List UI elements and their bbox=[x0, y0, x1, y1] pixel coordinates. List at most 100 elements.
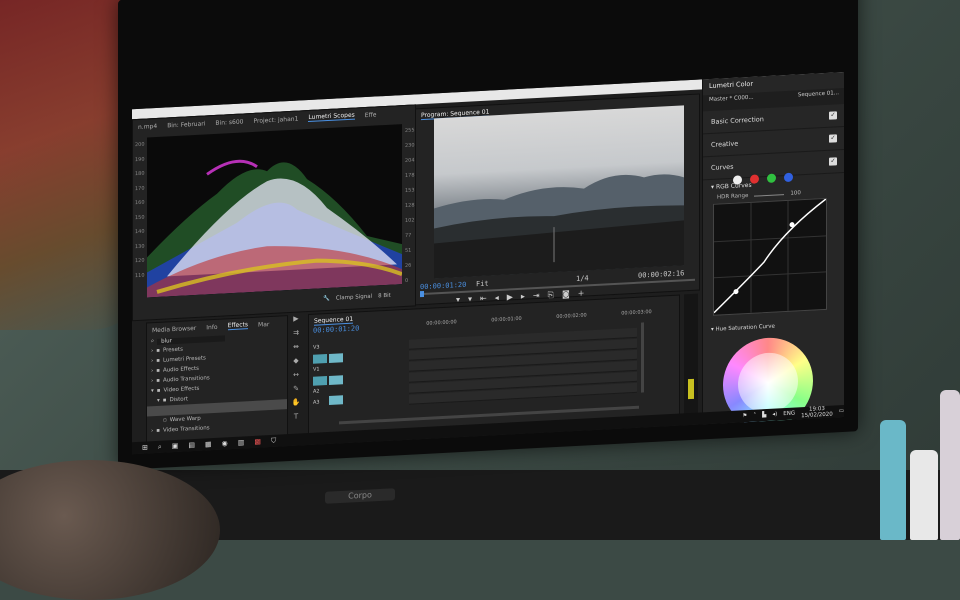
tab-project[interactable]: Project: jahan1 bbox=[254, 115, 299, 124]
tab-source-clip[interactable]: n.mp4 bbox=[138, 122, 157, 130]
hdr-range-value[interactable]: 100 bbox=[790, 190, 801, 197]
checkbox-icon[interactable]: ✓ bbox=[829, 111, 837, 120]
chevron-up-icon[interactable]: ˄ bbox=[753, 413, 756, 419]
scope-right-scale: 255 230 204 178 153 128 102 77 51 26 0 bbox=[405, 127, 415, 284]
chevron-right-icon: › bbox=[151, 348, 154, 355]
scopes-panel: n.mp4 Bin: Februari Bin: s600 Project: j… bbox=[132, 104, 416, 322]
go-to-out-icon[interactable]: ⇥ bbox=[533, 291, 540, 301]
volume-icon[interactable]: ◂) bbox=[772, 411, 777, 417]
track-target-v1[interactable] bbox=[313, 354, 327, 364]
timeline-timecode[interactable]: 00:00:01:20 bbox=[313, 324, 359, 334]
mark-in-icon[interactable]: ▾ bbox=[456, 295, 460, 305]
checkbox-icon[interactable]: ✓ bbox=[829, 134, 837, 143]
tab-bin-februari[interactable]: Bin: Februari bbox=[167, 120, 205, 129]
play-icon[interactable]: ▶ bbox=[507, 292, 513, 302]
step-forward-icon[interactable]: ▸ bbox=[521, 292, 525, 302]
folder-icon: ▪ bbox=[156, 427, 160, 434]
premiere-icon[interactable]: ▩ bbox=[254, 438, 261, 446]
shield-icon[interactable]: ⛉ bbox=[271, 436, 276, 445]
hdr-range-slider[interactable] bbox=[754, 193, 785, 197]
red-channel-dot[interactable] bbox=[750, 174, 759, 184]
curve-graphic bbox=[713, 198, 827, 314]
tab-markers[interactable]: Mar bbox=[258, 321, 269, 329]
hue-sat-header[interactable]: ▾ Hue Saturation Curve bbox=[711, 324, 775, 333]
white-channel-dot[interactable] bbox=[733, 175, 742, 185]
track-select-icon[interactable]: ⇉ bbox=[293, 329, 299, 337]
green-channel-dot[interactable] bbox=[767, 173, 776, 183]
clamp-signal-checkbox[interactable]: Clamp Signal bbox=[336, 294, 372, 302]
sequence-clip-label[interactable]: Sequence 01... bbox=[798, 90, 839, 104]
effect-icon: ▫ bbox=[163, 417, 167, 424]
track-source-v1[interactable] bbox=[329, 353, 343, 363]
clock[interactable]: 19:03 15/02/2020 bbox=[801, 406, 833, 419]
track-a2[interactable]: A2 bbox=[313, 388, 320, 397]
bottles bbox=[870, 380, 960, 540]
chevron-down-icon: ▾ bbox=[711, 326, 714, 333]
scope-options: 🔧 Clamp Signal 8 Bit bbox=[323, 293, 391, 303]
program-video-frame[interactable] bbox=[434, 105, 684, 279]
tab-effects[interactable]: Effects bbox=[227, 321, 249, 331]
chevron-down-icon: ▾ bbox=[151, 388, 154, 395]
tab-lumetri-scopes[interactable]: Lumetri Scopes bbox=[308, 111, 355, 123]
track-v3[interactable]: V3 bbox=[313, 344, 320, 353]
chevron-right-icon: › bbox=[151, 358, 154, 365]
store-icon[interactable]: ▥ bbox=[238, 438, 245, 446]
lumetri-color-panel: Lumetri Color Master * C000... Sequence … bbox=[702, 71, 844, 431]
type-tool-icon[interactable]: T bbox=[294, 413, 298, 421]
task-view-icon[interactable]: ▣ bbox=[172, 442, 179, 450]
playhead-marker[interactable] bbox=[420, 290, 424, 298]
track-a3[interactable]: A3 bbox=[313, 399, 320, 408]
screen: n.mp4 Bin: Februari Bin: s600 Project: j… bbox=[132, 71, 844, 455]
lift-icon[interactable]: ⎘ bbox=[548, 290, 554, 300]
track-source-a3[interactable] bbox=[329, 395, 343, 405]
timeline-panel: Sequence 01 00:00:01:20 00:00:00:00 00:0… bbox=[308, 294, 680, 437]
resolution-select[interactable]: 1/4 bbox=[576, 274, 589, 283]
slip-tool-icon[interactable]: ↔ bbox=[293, 371, 299, 379]
start-icon[interactable]: ⊞ bbox=[142, 443, 148, 451]
browser-icon[interactable]: ◉ bbox=[222, 439, 228, 447]
folder-icon[interactable]: ▦ bbox=[205, 440, 212, 448]
timeline-vertical-scrollbar[interactable] bbox=[641, 322, 644, 393]
add-icon[interactable]: + bbox=[578, 289, 585, 299]
folder-icon: ▪ bbox=[156, 347, 160, 354]
folder-icon: ▪ bbox=[156, 357, 160, 364]
network-icon[interactable]: ▙ bbox=[762, 412, 766, 418]
chevron-right-icon: › bbox=[151, 378, 154, 385]
wrench-icon[interactable]: 🔧 bbox=[323, 296, 330, 302]
app-icon[interactable]: ▤ bbox=[188, 441, 195, 449]
selection-tool-icon[interactable]: ▶ bbox=[293, 315, 298, 323]
audio-meter bbox=[684, 293, 698, 415]
tab-effects-short[interactable]: Effe bbox=[365, 111, 377, 119]
checkbox-icon[interactable]: ✓ bbox=[829, 157, 837, 166]
razor-tool-icon[interactable]: ◆ bbox=[293, 357, 298, 365]
language-indicator[interactable]: ENG bbox=[783, 411, 795, 418]
pen-tool-icon[interactable]: ✎ bbox=[293, 385, 299, 393]
blue-channel-dot[interactable] bbox=[784, 172, 793, 183]
people-icon[interactable]: ⚑ bbox=[742, 413, 747, 419]
search-icon[interactable]: ⌕ bbox=[158, 442, 162, 451]
track-target-a1[interactable] bbox=[313, 376, 327, 386]
mark-out-icon[interactable]: ▾ bbox=[468, 294, 472, 304]
track-source-a1[interactable] bbox=[329, 375, 343, 385]
tab-bin-s600[interactable]: Bin: s600 bbox=[215, 118, 243, 126]
step-back-icon[interactable]: ◂ bbox=[495, 293, 499, 303]
go-to-in-icon[interactable]: ⇤ bbox=[480, 294, 487, 304]
notification-icon[interactable]: ▭ bbox=[839, 408, 844, 414]
basic-correction-label: Basic Correction bbox=[711, 115, 764, 126]
program-current-timecode[interactable]: 00:00:01:20 bbox=[420, 281, 466, 291]
folder-icon: ▪ bbox=[156, 387, 161, 394]
folder-icon: ▪ bbox=[156, 367, 160, 374]
export-frame-icon[interactable]: ◙ bbox=[562, 289, 570, 299]
tab-media-browser[interactable]: Media Browser bbox=[152, 324, 196, 333]
bit-depth-select[interactable]: 8 Bit bbox=[378, 293, 391, 300]
tab-info[interactable]: Info bbox=[206, 323, 217, 331]
hue-sat-label: Hue Saturation Curve bbox=[715, 323, 775, 333]
folder-icon: ▪ bbox=[162, 397, 167, 404]
program-duration-timecode: 00:00:02:16 bbox=[638, 269, 685, 280]
fit-select[interactable]: Fit bbox=[476, 280, 489, 289]
track-v1[interactable]: V1 bbox=[313, 366, 320, 375]
hand-tool-icon[interactable]: ✋ bbox=[292, 398, 301, 406]
ripple-edit-icon[interactable]: ⇹ bbox=[293, 343, 299, 351]
rgb-curve-graph[interactable] bbox=[713, 197, 827, 316]
curves-label: Curves bbox=[711, 162, 734, 172]
